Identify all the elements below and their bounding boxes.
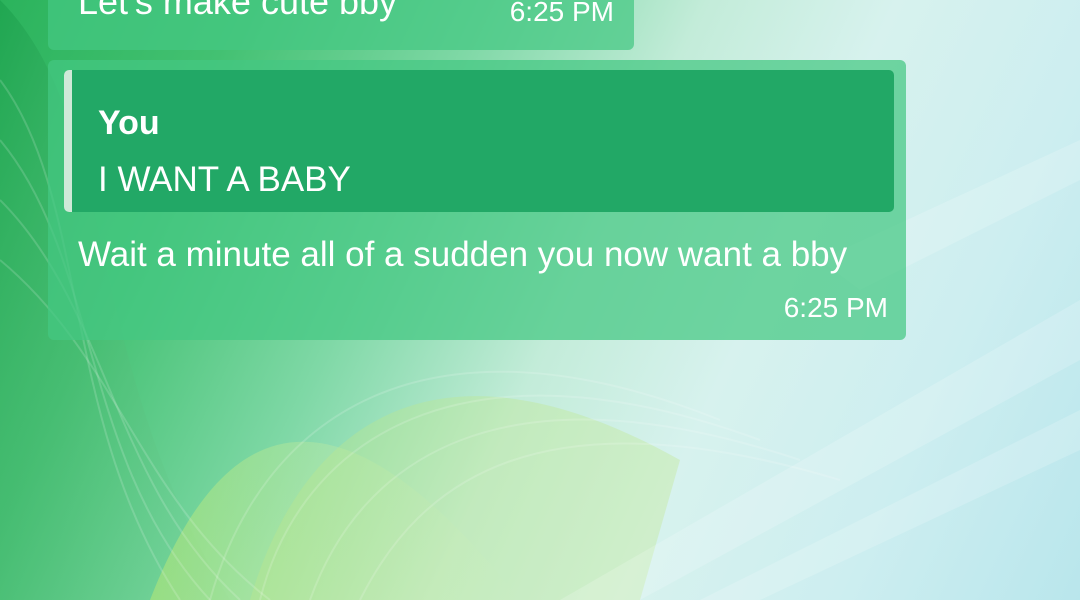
previous-message-bubble[interactable]: Let's make cute bby 6:25 PM bbox=[48, 0, 634, 50]
chat-screen: Let's make cute bby 6:25 PM You I WANT A… bbox=[0, 0, 1080, 600]
reply-message-text: Wait a minute all of a sudden you now wa… bbox=[78, 235, 848, 274]
reply-message-bubble[interactable]: You I WANT A BABY Wait a minute all of a… bbox=[48, 60, 906, 340]
quoted-text: I WANT A BABY bbox=[98, 160, 351, 199]
quoted-author: You bbox=[98, 104, 160, 142]
previous-message-time: 6:25 PM bbox=[509, 0, 614, 27]
previous-message-text: Let's make cute bby bbox=[78, 0, 398, 22]
quote-accent-bar bbox=[64, 70, 72, 212]
quoted-message[interactable]: You I WANT A BABY bbox=[64, 70, 894, 212]
reply-message-time: 6:25 PM bbox=[783, 292, 888, 323]
